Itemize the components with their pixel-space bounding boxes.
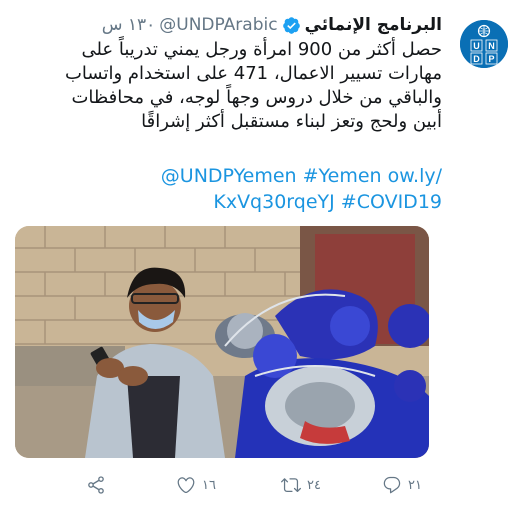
tweet[interactable]: U N D P البرنامج الإنمائي @UNDPArabic ١٣… xyxy=(0,0,526,513)
tweet-text-line: أبين ولحج وتعز لبناء مستقبل أكثر إشراقًا xyxy=(141,111,442,132)
like-count: ١٦ xyxy=(202,477,216,493)
tweet-text-line: والباقي من خلال دروس وجهاً لوجه، في محاف… xyxy=(71,87,442,108)
logo-letter-u: U xyxy=(473,41,480,51)
user-handle[interactable]: @UNDPArabic xyxy=(159,15,277,35)
tweet-header: البرنامج الإنمائي @UNDPArabic ١٣٠ س xyxy=(102,12,442,38)
retweet-icon xyxy=(281,478,302,493)
hashtag-link-line[interactable]: KxVq30rqeYJ #COVID19 xyxy=(213,191,442,213)
photo-image xyxy=(15,226,429,458)
tweet-media-photo[interactable] xyxy=(15,226,429,458)
avatar[interactable]: U N D P xyxy=(460,20,508,68)
tweet-text-line: حصل أكثر من 900 امرأة ورجل يمني تدريباً … xyxy=(81,39,442,60)
reply-button[interactable]: ٢١ xyxy=(382,470,422,500)
like-button[interactable]: ١٦ xyxy=(176,470,216,500)
display-name[interactable]: البرنامج الإنمائي xyxy=(305,15,442,35)
share-icon xyxy=(88,476,104,494)
logo-letter-n: N xyxy=(488,41,495,51)
heart-icon xyxy=(177,477,195,494)
undp-logo-icon: U N D P xyxy=(460,20,508,68)
retweet-button[interactable]: ٢٤ xyxy=(281,470,321,500)
logo-letter-p: P xyxy=(488,54,494,64)
logo-letter-d: D xyxy=(473,54,480,64)
tweet-timestamp[interactable]: ١٣٠ س xyxy=(102,15,156,35)
tweet-action-bar: ٢١ ٢٤ ١٦ xyxy=(0,470,526,500)
reply-count: ٢١ xyxy=(408,477,422,493)
tweet-body: حصل أكثر من 900 امرأة ورجل يمني تدريباً … xyxy=(22,38,442,134)
share-button[interactable] xyxy=(86,470,106,500)
hashtag-link-line[interactable]: @UNDPYemen #Yemen ow.ly/ xyxy=(161,165,442,187)
retweet-count: ٢٤ xyxy=(307,477,321,493)
verified-badge-icon xyxy=(282,16,300,34)
tweet-links: @UNDPYemen #Yemen ow.ly/ KxVq30rqeYJ #CO… xyxy=(22,163,442,215)
reply-icon xyxy=(383,476,401,494)
tweet-text-line: مهارات تسيير الاعمال، 471 على استخدام وا… xyxy=(64,63,442,84)
